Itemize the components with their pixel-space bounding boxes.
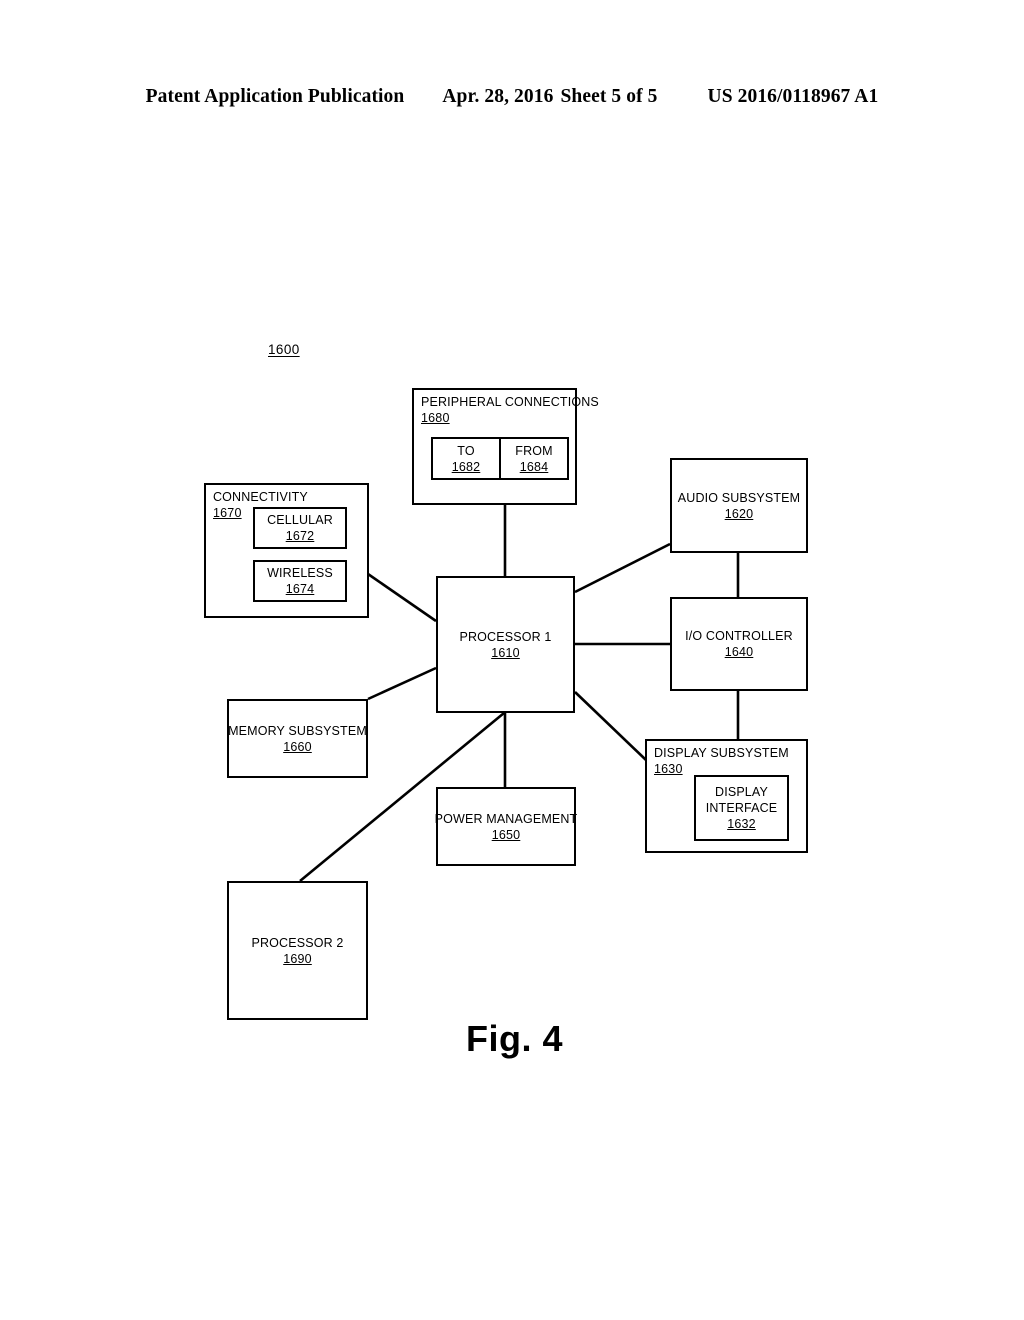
- peripheral-connections-label: PERIPHERAL CONNECTIONS: [421, 395, 599, 409]
- processor-1-label-group: PROCESSOR 1 1610: [438, 578, 573, 711]
- block-peripheral-connections: PERIPHERAL CONNECTIONS 1680 TO 1682 FROM…: [412, 388, 599, 505]
- wire-memory-to-processor1: [367, 666, 437, 701]
- processor-1-label: PROCESSOR 1: [459, 629, 552, 644]
- display-subsystem-label: DISPLAY SUBSYSTEM: [654, 746, 789, 760]
- memory-subsystem-label-group: MEMORY SUBSYSTEM 1660: [228, 701, 367, 776]
- display-interface-label-line2: INTERFACE: [705, 801, 778, 815]
- power-management-label: POWER MANAGEMENT: [434, 811, 578, 826]
- wireless-label: WIRELESS: [267, 566, 333, 580]
- block-io-controller: I/O CONTROLLER 1640: [670, 597, 808, 691]
- processor-2-ref: 1690: [283, 951, 312, 966]
- peripheral-connections-label-group: PERIPHERAL CONNECTIONS 1680: [421, 394, 599, 427]
- block-connectivity: CONNECTIVITY 1670 CELLULAR 1672 WIRELESS…: [204, 483, 369, 618]
- wire-processor1-to-audio: [574, 542, 671, 594]
- memory-subsystem-ref: 1660: [283, 739, 312, 754]
- cellular-label: CELLULAR: [267, 513, 333, 527]
- block-wireless: WIRELESS 1674: [253, 560, 347, 602]
- block-cellular: CELLULAR 1672: [253, 507, 347, 549]
- block-diagram: 1600 PERIPHERAL CONNECTIONS 1680 TO 1682…: [0, 0, 1024, 1320]
- peripheral-to-ref: 1682: [451, 459, 481, 474]
- io-controller-ref: 1640: [724, 645, 754, 659]
- block-processor-1: PROCESSOR 1 1610: [436, 576, 575, 713]
- processor-2-label-group: PROCESSOR 2 1690: [229, 883, 366, 1018]
- power-management-ref: 1650: [491, 827, 521, 842]
- cellular-label-group: CELLULAR 1672: [255, 509, 345, 547]
- io-controller-label: I/O CONTROLLER: [685, 629, 793, 643]
- system-reference-numeral: 1600: [268, 342, 300, 357]
- display-subsystem-label-group: DISPLAY SUBSYSTEM 1630: [654, 745, 789, 778]
- peripheral-from-ref: 1684: [519, 459, 549, 474]
- block-peripheral-to: TO 1682: [431, 437, 501, 480]
- peripheral-to-label-group: TO 1682: [433, 439, 499, 478]
- power-management-label-group: POWER MANAGEMENT 1650: [435, 789, 578, 864]
- block-memory-subsystem: MEMORY SUBSYSTEM 1660: [227, 699, 368, 778]
- processor-2-label: PROCESSOR 2: [251, 935, 344, 950]
- audio-subsystem-label-group: AUDIO SUBSYSTEM 1620: [672, 460, 806, 551]
- block-audio-subsystem: AUDIO SUBSYSTEM 1620: [670, 458, 808, 553]
- peripheral-to-label: TO: [457, 443, 475, 458]
- connectivity-label: CONNECTIVITY: [213, 490, 308, 504]
- display-interface-label-line1: DISPLAY: [715, 785, 768, 799]
- peripheral-from-label-group: FROM 1684: [501, 439, 567, 478]
- figure-caption: Fig. 4: [466, 1018, 564, 1059]
- display-interface-ref: 1632: [727, 817, 756, 831]
- display-interface-label-group: DISPLAY INTERFACE 1632: [696, 777, 787, 839]
- peripheral-from-label: FROM: [515, 443, 553, 458]
- block-peripheral-from: FROM 1684: [499, 437, 569, 480]
- wireless-ref: 1674: [285, 582, 315, 596]
- io-controller-label-group: I/O CONTROLLER 1640: [672, 599, 806, 689]
- block-display-interface: DISPLAY INTERFACE 1632: [694, 775, 789, 841]
- wire-connectivity-to-processor1: [367, 572, 437, 623]
- audio-subsystem-ref: 1620: [724, 506, 754, 521]
- audio-subsystem-label: AUDIO SUBSYSTEM: [677, 490, 801, 505]
- wire-processor1-to-display: [574, 691, 647, 761]
- wireless-label-group: WIRELESS 1674: [255, 562, 345, 600]
- memory-subsystem-label: MEMORY SUBSYSTEM: [228, 723, 367, 738]
- peripheral-connections-ref: 1680: [421, 411, 450, 426]
- cellular-ref: 1672: [285, 529, 315, 543]
- block-display-subsystem: DISPLAY SUBSYSTEM 1630 DISPLAY INTERFACE…: [645, 739, 808, 853]
- block-power-management: POWER MANAGEMENT 1650: [435, 787, 578, 866]
- block-processor-2: PROCESSOR 2 1690: [227, 881, 368, 1020]
- processor-1-ref: 1610: [491, 645, 520, 660]
